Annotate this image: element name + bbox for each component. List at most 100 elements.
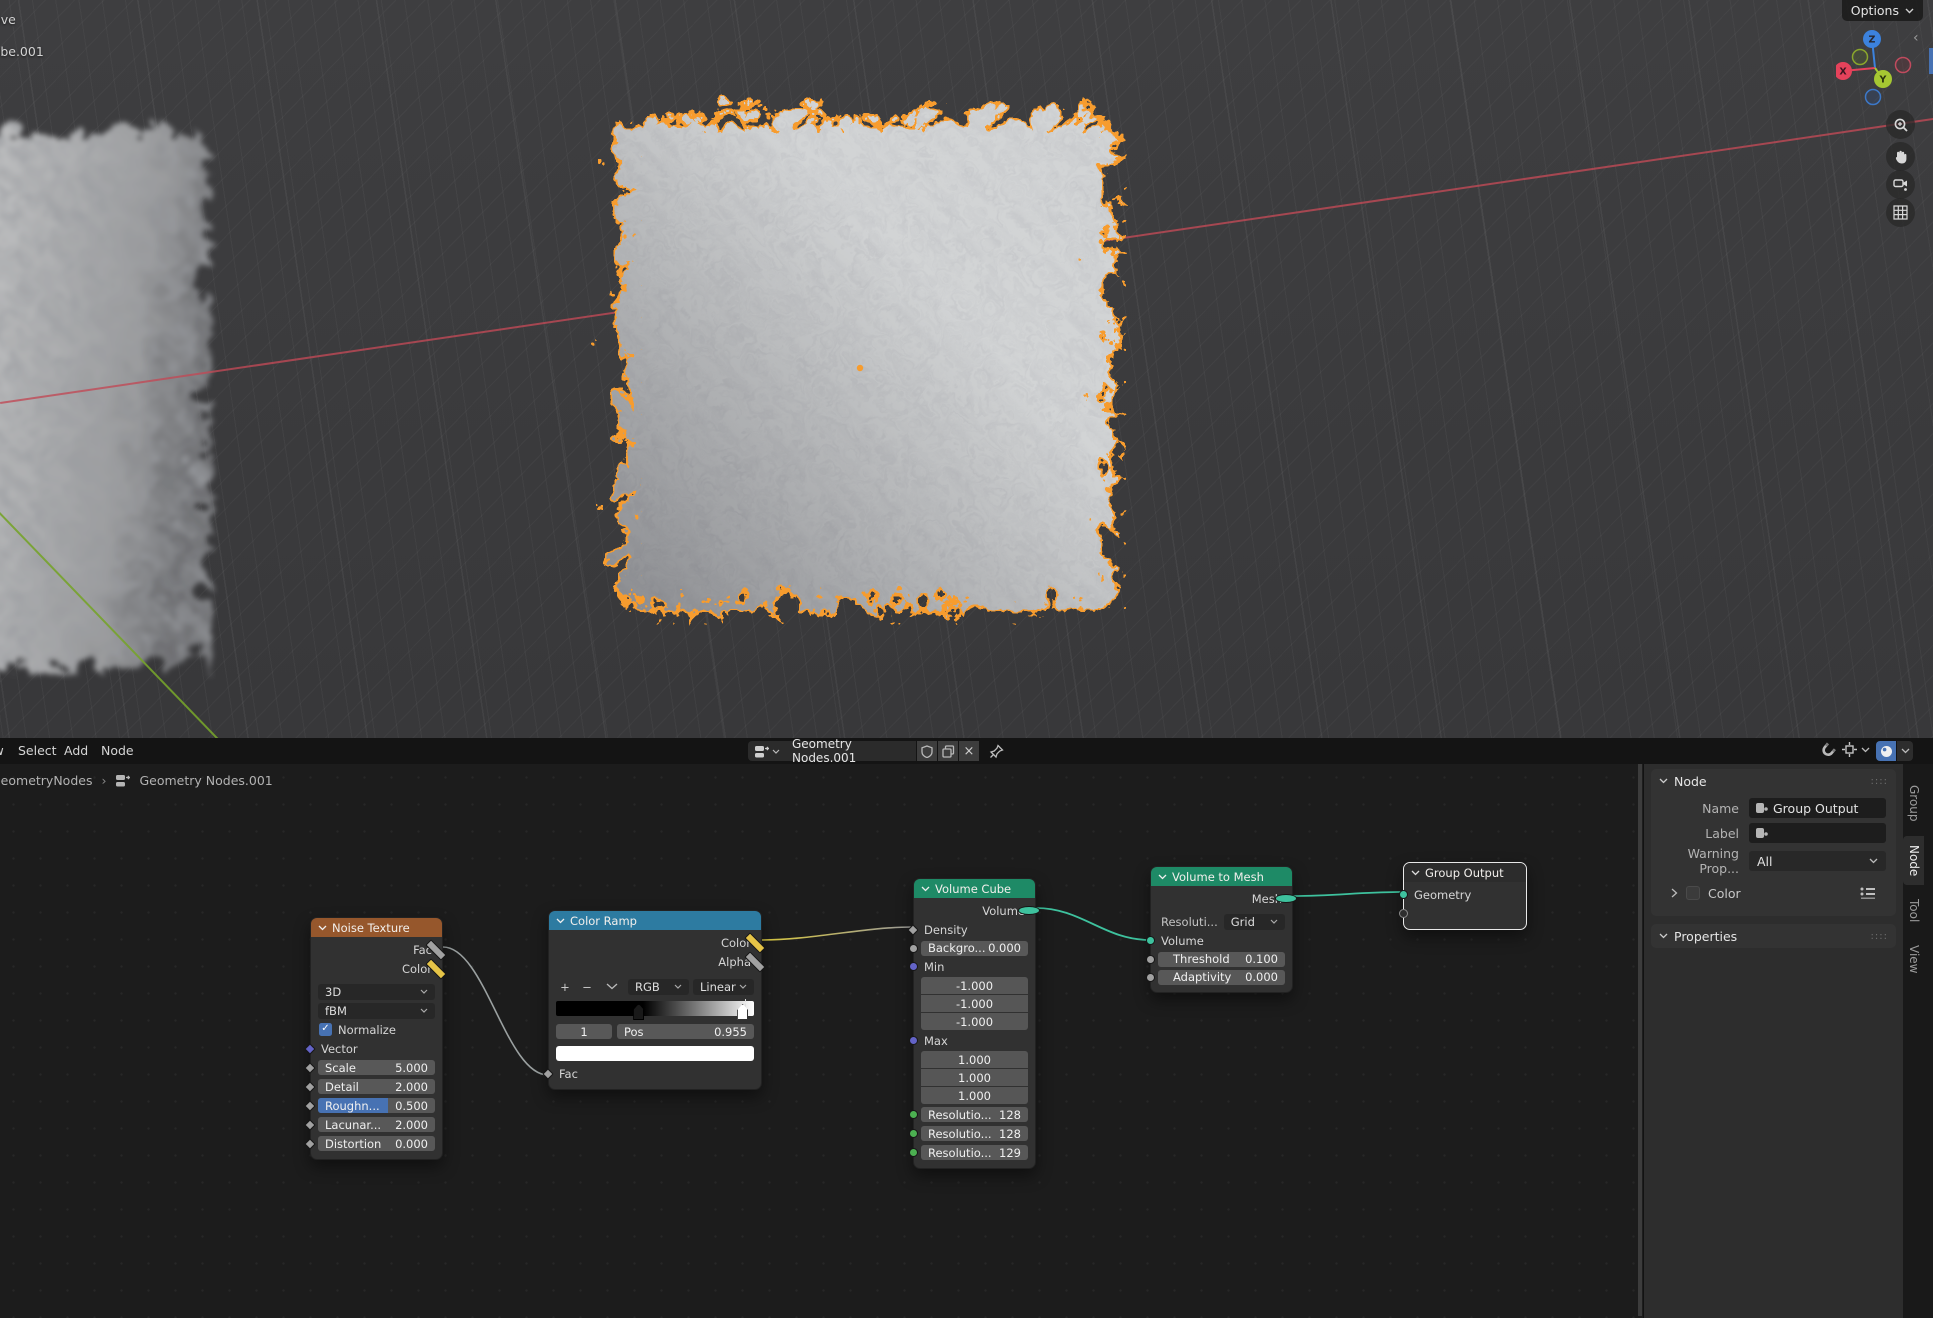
fake-user-shield-button[interactable]	[917, 741, 937, 761]
datablock-name-field[interactable]: Geometry Nodes.001	[786, 741, 916, 761]
min-x-field[interactable]: -1.000	[921, 977, 1028, 994]
overlays-dropdown[interactable]	[1897, 741, 1913, 761]
collapse-region-icon[interactable]: ‹	[1913, 30, 1919, 46]
socket-detail-in[interactable]	[304, 1081, 315, 1092]
gizmo-axis-neg-x[interactable]	[1896, 58, 1911, 73]
node-panel-header[interactable]: Node ::::	[1651, 769, 1896, 793]
node-color-ramp[interactable]: Color Ramp Color Alpha + − RGB Linear 1 …	[548, 910, 762, 1090]
socket-resolution-z-in[interactable]	[909, 1148, 918, 1157]
overlays-toggle[interactable]	[1876, 741, 1896, 761]
socket-threshold-in[interactable]	[1146, 955, 1155, 964]
gizmo-axis-neg-z[interactable]	[1866, 90, 1881, 105]
navigation-gizmo[interactable]: Z X Y	[1836, 22, 1922, 108]
new-copy-button[interactable]	[938, 741, 958, 761]
tab-group[interactable]: Group	[1903, 776, 1924, 831]
remove-stop-button[interactable]: −	[578, 980, 596, 994]
socket-lacunarity-in[interactable]	[304, 1119, 315, 1130]
node-canvas[interactable]: GeometryNodes › Geometry Nodes.001 Noise…	[0, 764, 1638, 1318]
max-y-field[interactable]: 1.000	[921, 1069, 1028, 1086]
socket-mesh-out[interactable]	[1275, 894, 1297, 903]
socket-virtual-in[interactable]	[1399, 909, 1408, 918]
socket-distortion-in[interactable]	[304, 1138, 315, 1149]
node-header[interactable]: Color Ramp	[549, 911, 761, 930]
snap-mode-dropdown[interactable]	[1842, 742, 1870, 757]
menu-node[interactable]: Node	[101, 743, 134, 758]
noise-type-dropdown[interactable]: fBM	[318, 1003, 435, 1019]
unlink-button[interactable]: ×	[959, 741, 979, 761]
ortho-toggle-button[interactable]	[1886, 198, 1915, 227]
pan-tool-button[interactable]	[1886, 142, 1915, 171]
node-volume-cube[interactable]: Volume Cube Volume Density Backgro...0.0…	[913, 878, 1036, 1169]
resolution-z-field[interactable]: Resolutio...129	[921, 1145, 1028, 1160]
ramp-stop-black[interactable]	[633, 1004, 644, 1020]
detail-field[interactable]: Detail2.000	[318, 1079, 435, 1094]
warning-propagation-dropdown[interactable]: All	[1749, 851, 1886, 871]
node-name-field[interactable]: Group Output	[1749, 798, 1886, 818]
panel-drag-handle[interactable]: ::::	[1871, 776, 1888, 787]
socket-max-in[interactable]	[909, 1036, 918, 1045]
max-vector-fields[interactable]: 1.000 1.000 1.000	[921, 1051, 1028, 1104]
properties-panel-header[interactable]: Properties ::::	[1651, 924, 1896, 948]
color-mode-dropdown[interactable]: RGB	[628, 979, 689, 995]
node-header[interactable]: Group Output	[1404, 863, 1526, 882]
list-icon[interactable]	[1860, 887, 1876, 899]
tab-node[interactable]: Node	[1903, 836, 1924, 885]
socket-geometry-in[interactable]	[1399, 890, 1408, 899]
socket-scale-in[interactable]	[304, 1062, 315, 1073]
tab-tool[interactable]: Tool	[1903, 890, 1924, 931]
socket-volume-out[interactable]	[1018, 906, 1040, 915]
roughness-slider[interactable]: Roughn...0.500	[318, 1098, 435, 1113]
dimensions-dropdown[interactable]: 3D	[318, 984, 435, 1000]
pin-icon[interactable]	[989, 744, 1004, 759]
zoom-tool-button[interactable]	[1886, 110, 1915, 139]
socket-background-in[interactable]	[909, 944, 918, 953]
socket-resolution-y-in[interactable]	[909, 1129, 918, 1138]
node-volume-to-mesh[interactable]: Volume to Mesh Mesh Resoluti... Grid Vol…	[1150, 866, 1293, 993]
tab-view[interactable]: View	[1903, 936, 1924, 982]
interpolation-dropdown[interactable]: Linear	[693, 979, 754, 995]
resolution-mode-dropdown[interactable]: Grid	[1224, 914, 1285, 930]
adaptivity-field[interactable]: Adaptivity0.000	[1158, 970, 1285, 985]
menu-select[interactable]: Select	[18, 743, 57, 758]
canvas-scrollbar[interactable]	[1638, 764, 1642, 1316]
options-button[interactable]: Options	[1842, 0, 1923, 21]
normalize-checkbox[interactable]: ✓	[319, 1023, 332, 1036]
threshold-field[interactable]: Threshold0.100	[1158, 952, 1285, 967]
camera-view-button[interactable]	[1886, 170, 1915, 199]
add-stop-button[interactable]: +	[556, 980, 574, 994]
menu-view[interactable]: View	[0, 743, 4, 758]
socket-adaptivity-in[interactable]	[1146, 973, 1155, 982]
selected-volume-mesh[interactable]	[545, 60, 1165, 672]
background-field[interactable]: Backgro...0.000	[921, 941, 1028, 956]
stop-color-swatch[interactable]	[556, 1046, 754, 1061]
color-ramp-gradient[interactable]	[556, 1001, 754, 1016]
node-group-output[interactable]: Group Output Geometry	[1403, 862, 1527, 930]
scale-field[interactable]: Scale5.000	[318, 1060, 435, 1075]
socket-fac-in[interactable]	[542, 1068, 553, 1079]
panel-drag-handle[interactable]: ::::	[1871, 931, 1888, 942]
min-vector-fields[interactable]: -1.000 -1.000 -1.000	[921, 977, 1028, 1030]
node-header[interactable]: Noise Texture	[311, 918, 442, 937]
ramp-options-dropdown[interactable]	[606, 983, 618, 990]
menu-add[interactable]: Add	[64, 743, 88, 758]
max-x-field[interactable]: 1.000	[921, 1051, 1028, 1068]
socket-vector-in[interactable]	[304, 1043, 315, 1054]
stop-position-field[interactable]: Pos0.955	[617, 1024, 754, 1039]
gizmo-axis-neg-y[interactable]	[1853, 50, 1868, 65]
node-header[interactable]: Volume Cube	[914, 879, 1035, 898]
socket-min-in[interactable]	[909, 962, 918, 971]
max-z-field[interactable]: 1.000	[921, 1087, 1028, 1104]
chevron-right-icon[interactable]	[1671, 888, 1678, 898]
socket-volume-in[interactable]	[1146, 936, 1155, 945]
socket-density-in[interactable]	[907, 924, 918, 935]
min-z-field[interactable]: -1.000	[921, 1013, 1028, 1030]
snap-magnet-icon[interactable]	[1816, 739, 1839, 762]
resolution-x-field[interactable]: Resolutio...128	[921, 1107, 1028, 1122]
node-header[interactable]: Volume to Mesh	[1151, 867, 1292, 886]
datablock-browse-button[interactable]	[748, 741, 786, 761]
resolution-y-field[interactable]: Resolutio...128	[921, 1126, 1028, 1141]
node-label-field[interactable]	[1749, 823, 1886, 843]
stop-index-field[interactable]: 1	[556, 1024, 612, 1039]
3d-viewport[interactable]: User Perspective (1) Cube.001 Options Z …	[0, 0, 1933, 738]
distortion-field[interactable]: Distortion0.000	[318, 1136, 435, 1151]
